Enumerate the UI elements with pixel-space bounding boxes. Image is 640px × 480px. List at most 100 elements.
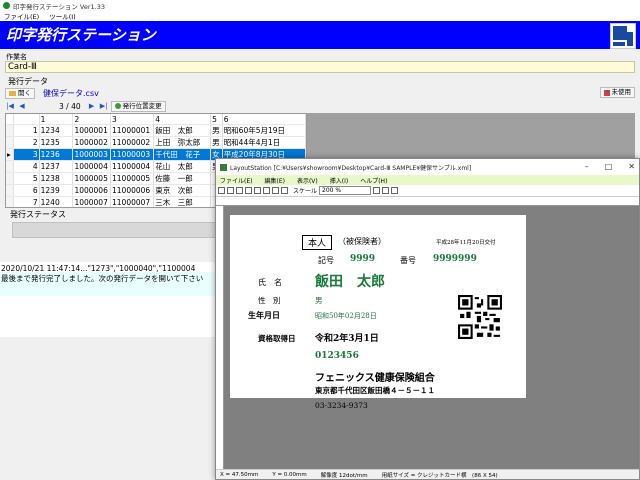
table-cell[interactable]: 男 xyxy=(210,124,223,137)
ls-menu-view[interactable]: 表示(V) xyxy=(297,176,318,185)
job-name-field[interactable]: Card-Ⅲ xyxy=(5,61,635,73)
table-cell[interactable]: 11000005 xyxy=(110,172,155,185)
table-cell[interactable]: 1237 xyxy=(39,160,74,173)
table-cell[interactable]: 花山 太郎 xyxy=(153,160,212,173)
table-cell[interactable]: 上田 弥太郎 xyxy=(153,136,212,149)
table-cell[interactable]: 11000004 xyxy=(110,160,155,173)
page-info: 3 / 40 xyxy=(59,101,81,111)
print-icon[interactable] xyxy=(382,187,390,194)
table-cell[interactable]: 6 xyxy=(13,184,40,197)
row-header[interactable] xyxy=(6,124,15,137)
app-icon xyxy=(3,2,10,9)
open-button[interactable]: 開く xyxy=(5,87,35,99)
first-record-icon[interactable]: |◀ xyxy=(5,101,15,111)
next-record-icon[interactable]: ▶ xyxy=(87,101,97,111)
ls-menu-file[interactable]: ファイル(E) xyxy=(220,176,252,185)
layout-canvas[interactable]: 本人 （被保険者） 平成28年11月20日交付 記号 9999 番号 99999… xyxy=(216,198,639,470)
close-icon[interactable]: ✕ xyxy=(628,162,635,171)
card-birth-label: 生年月日 xyxy=(248,310,280,320)
row-header[interactable] xyxy=(6,172,15,185)
card-bango-label: 番号 xyxy=(400,256,416,265)
row-header[interactable] xyxy=(6,136,15,149)
table-cell[interactable]: 11000003 xyxy=(110,148,155,161)
menu-bar: ファイル(E) ツール(I) xyxy=(0,11,640,21)
column-header[interactable]: 5 xyxy=(210,114,223,125)
change-position-button[interactable]: 発行位置変更 xyxy=(110,100,166,112)
table-cell[interactable]: 1235 xyxy=(39,136,74,149)
table-cell[interactable]: 11000002 xyxy=(110,136,155,149)
ls-menu-bar: ファイル(E) 編集(E) 表示(V) 挿入(I) ヘルプ(H) xyxy=(216,175,639,185)
table-cell[interactable]: 千代田 花子 xyxy=(153,148,212,161)
table-cell[interactable]: 2 xyxy=(13,136,40,149)
table-cell[interactable]: 1 xyxy=(13,124,40,137)
column-header[interactable]: 2 xyxy=(72,114,112,125)
column-header[interactable]: 4 xyxy=(153,114,212,125)
menu-tools[interactable]: ツール(I) xyxy=(49,11,76,21)
card-issued-date: 平成28年11月20日交付 xyxy=(436,240,496,246)
card-kigo: 9999 xyxy=(350,254,376,264)
table-cell[interactable]: 1239 xyxy=(39,184,74,197)
table-cell[interactable]: 11000007 xyxy=(110,196,155,207)
table-cell[interactable]: 昭和60年5月19日 xyxy=(222,124,306,137)
table-cell[interactable]: 3 xyxy=(13,148,40,161)
column-header[interactable]: 6 xyxy=(222,114,306,125)
card-address: 東京都千代田区飯田橋４－５－１１ xyxy=(315,386,435,395)
table-cell[interactable]: 1000007 xyxy=(72,196,112,207)
zoom-fit-icon[interactable] xyxy=(373,187,381,194)
preview-icon[interactable] xyxy=(391,187,399,194)
table-cell[interactable]: 1000001 xyxy=(72,124,112,137)
qr-code-icon xyxy=(458,295,502,339)
image-tool-icon[interactable] xyxy=(263,187,270,194)
table-cell[interactable]: 昭和44年4月1日 xyxy=(222,136,306,149)
ls-menu-help[interactable]: ヘルプ(H) xyxy=(360,176,387,185)
table-cell[interactable]: 1000005 xyxy=(72,172,112,185)
menu-file[interactable]: ファイル(E) xyxy=(4,11,39,21)
table-cell[interactable]: 5 xyxy=(13,172,40,185)
row-header[interactable] xyxy=(6,160,15,173)
last-record-icon[interactable]: ▶| xyxy=(99,101,109,111)
table-cell[interactable]: 三木 三郎 xyxy=(153,196,212,207)
table-row[interactable]: 1 1234 1000001 11000001 飯田 太郎男昭和60年5月19日 xyxy=(6,124,306,137)
table-cell[interactable]: 1236 xyxy=(39,148,74,161)
line-tool-icon[interactable] xyxy=(245,187,252,194)
table-cell[interactable]: 飯田 太郎 xyxy=(153,124,212,137)
column-header[interactable]: 1 xyxy=(39,114,74,125)
table-cell[interactable]: 11000006 xyxy=(110,184,155,197)
zoom-select[interactable]: 200 % xyxy=(319,186,372,195)
table-cell[interactable]: 1000006 xyxy=(72,184,112,197)
table-cell[interactable]: 男 xyxy=(210,136,223,149)
pointer-tool-icon[interactable] xyxy=(218,187,225,194)
table-cell[interactable]: 1234 xyxy=(39,124,74,137)
prev-record-icon[interactable]: ◀ xyxy=(17,101,27,111)
table-cell[interactable]: 1000002 xyxy=(72,136,112,149)
table-cell[interactable]: 1240 xyxy=(39,196,74,207)
rect-tool-icon[interactable] xyxy=(254,187,261,194)
row-header[interactable] xyxy=(6,196,15,207)
text-tool-icon[interactable] xyxy=(227,187,234,194)
card-kigo-label: 記号 xyxy=(318,256,334,265)
minimize-icon[interactable]: – xyxy=(585,162,589,171)
unused-button[interactable]: 未使用 xyxy=(599,87,635,98)
table-cell[interactable]: 1000004 xyxy=(72,160,112,173)
ls-menu-edit[interactable]: 編集(E) xyxy=(264,176,284,185)
table-cell[interactable]: 佐藤 一郎 xyxy=(153,172,212,185)
table-row[interactable]: 2 1235 1000002 11000002 上田 弥太郎男昭和44年4月1日 xyxy=(6,136,306,149)
vertical-ruler xyxy=(216,206,224,470)
grid-tool-icon[interactable] xyxy=(281,187,288,194)
unused-button-label: 未使用 xyxy=(611,88,632,96)
ls-menu-insert[interactable]: 挿入(I) xyxy=(330,176,348,185)
row-header[interactable]: ▸ xyxy=(6,148,15,161)
maximize-icon[interactable]: □ xyxy=(605,162,613,171)
table-cell[interactable]: 1000003 xyxy=(72,148,112,161)
scale-label: スケール xyxy=(293,188,318,195)
table-cell[interactable]: 1238 xyxy=(39,172,74,185)
barcode-tool-icon[interactable] xyxy=(236,187,243,194)
card-preview[interactable]: 本人 （被保険者） 平成28年11月20日交付 記号 9999 番号 99999… xyxy=(230,215,526,410)
table-cell[interactable]: 11000001 xyxy=(110,124,155,137)
table-cell[interactable]: 東京 次郎 xyxy=(153,184,212,197)
column-header[interactable]: 3 xyxy=(110,114,155,125)
row-header[interactable] xyxy=(6,184,15,197)
table-cell[interactable]: 7 xyxy=(13,196,40,207)
table-cell[interactable]: 4 xyxy=(13,160,40,173)
align-tool-icon[interactable] xyxy=(272,187,279,194)
